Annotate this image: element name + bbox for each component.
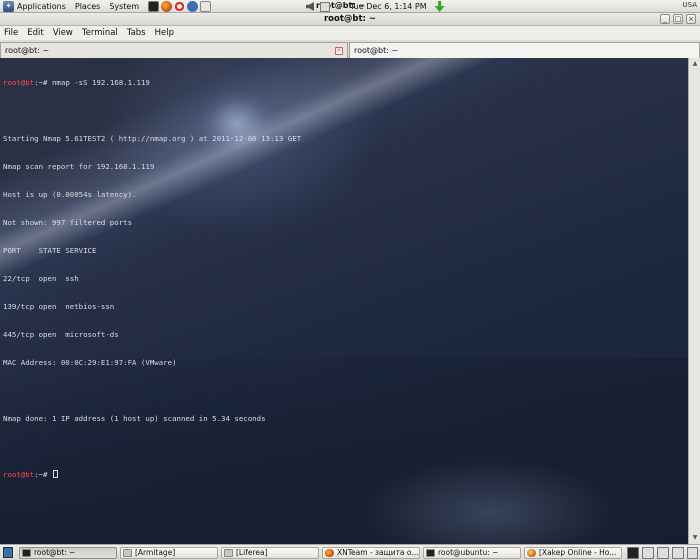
output-line: Starting Nmap 5.61TEST2 ( http://nmap.or… bbox=[3, 133, 302, 143]
output-line: Nmap scan report for 192.168.1.119 bbox=[3, 161, 155, 171]
prompt: root@bt bbox=[3, 77, 35, 87]
tab-label: root@bt: ~ bbox=[5, 46, 50, 55]
taskbar-item-label: [Armitage] bbox=[135, 548, 176, 557]
firefox-launcher-icon[interactable] bbox=[161, 0, 173, 12]
output-line: 22/tcp open ssh bbox=[3, 273, 79, 283]
taskbar-item-xakep[interactable]: [Xakep Online - Ho... bbox=[524, 547, 622, 559]
taskbar-item-label: root@ubuntu: ~ bbox=[438, 548, 499, 557]
text-cursor bbox=[52, 470, 58, 479]
minimize-button[interactable]: _ bbox=[660, 14, 670, 24]
firefox-icon bbox=[325, 549, 334, 557]
workspace-4-icon[interactable] bbox=[672, 547, 684, 559]
network-icon[interactable] bbox=[320, 1, 330, 12]
taskbar-item-root-ubuntu[interactable]: root@ubuntu: ~ bbox=[423, 547, 521, 559]
close-button[interactable]: × bbox=[686, 14, 696, 24]
menu-applications[interactable]: Applications bbox=[17, 2, 66, 11]
taskbar-item-label: [Xakep Online - Ho... bbox=[539, 548, 617, 557]
tab-label: root@bt: ~ bbox=[354, 46, 399, 55]
output-line: PORT STATE SERVICE bbox=[3, 245, 97, 255]
panel-clock[interactable]: Tue Dec 6, 1:14 PM bbox=[350, 0, 445, 13]
output-line: 139/tcp open netbios-ssn bbox=[3, 301, 115, 311]
distro-logo-icon[interactable]: ✦ bbox=[3, 0, 14, 12]
menu-help[interactable]: Help bbox=[155, 28, 174, 38]
window-title: root@bt: ~ bbox=[323, 14, 377, 24]
bottom-taskbar: root@bt: ~ [Armitage] [Liferea] XNTeam -… bbox=[0, 544, 700, 560]
output-line: 445/tcp open microsoft-ds bbox=[3, 329, 119, 339]
output-line: Not shown: 997 filtered ports bbox=[3, 217, 133, 227]
volume-icon[interactable] bbox=[306, 2, 314, 11]
taskbar-item-root-bt[interactable]: root@bt: ~ bbox=[19, 547, 117, 559]
menu-terminal[interactable]: Terminal bbox=[82, 28, 118, 38]
keyboard-layout[interactable]: USA bbox=[683, 1, 698, 9]
output-line: Nmap done: 1 IP address (1 host up) scan… bbox=[3, 414, 266, 424]
tab-bar: root@bt: ~ × root@bt: ~ bbox=[0, 40, 700, 58]
terminal-menubar: File Edit View Terminal Tabs Help bbox=[0, 26, 700, 40]
taskbar-item-label: XNTeam - защита о... bbox=[337, 548, 419, 557]
terminal-area[interactable]: root@bt:~# nmap -sS 192.168.1.119 Starti… bbox=[0, 58, 688, 544]
window-icon bbox=[123, 549, 132, 557]
taskbar-item-label: root@bt: ~ bbox=[34, 548, 76, 557]
mail-launcher-icon[interactable] bbox=[174, 0, 186, 12]
terminal-text[interactable]: root@bt:~# nmap -sS 192.168.1.119 Starti… bbox=[3, 59, 301, 498]
menu-view[interactable]: View bbox=[53, 28, 73, 38]
taskbar-item-label: [Liferea] bbox=[236, 548, 268, 557]
terminal-launcher-icon[interactable] bbox=[148, 0, 160, 12]
maximize-button[interactable]: □ bbox=[673, 14, 683, 24]
scroll-up-icon[interactable]: ▲ bbox=[690, 59, 700, 69]
show-desktop-icon[interactable] bbox=[3, 547, 13, 558]
menu-file[interactable]: File bbox=[4, 28, 18, 38]
menu-system[interactable]: System bbox=[109, 2, 139, 11]
menu-places[interactable]: Places bbox=[75, 2, 100, 11]
menu-tabs[interactable]: Tabs bbox=[127, 28, 146, 38]
terminal-icon bbox=[22, 549, 31, 557]
workspace-1-icon[interactable] bbox=[627, 547, 639, 559]
panel-network[interactable] bbox=[320, 0, 348, 13]
workspace-3-icon[interactable] bbox=[657, 547, 669, 559]
menu-edit[interactable]: Edit bbox=[27, 28, 43, 38]
wallpaper-glow bbox=[360, 458, 620, 544]
tab-root-bt-2[interactable]: root@bt: ~ bbox=[349, 42, 700, 58]
current-prompt-line: root@bt:~# bbox=[3, 470, 301, 479]
scroll-down-icon[interactable]: ▼ bbox=[690, 533, 700, 543]
command-text: nmap -sS 192.168.1.119 bbox=[51, 77, 150, 87]
window-launcher-icon[interactable] bbox=[200, 0, 212, 12]
command-line: root@bt:~# nmap -sS 192.168.1.119 bbox=[3, 78, 301, 87]
download-icon[interactable] bbox=[434, 1, 445, 12]
window-titlebar[interactable]: root@bt: ~ _ □ × bbox=[0, 13, 700, 26]
terminal-icon bbox=[426, 549, 435, 557]
taskbar-item-armitage[interactable]: [Armitage] bbox=[120, 547, 218, 559]
prompt: root@bt bbox=[3, 470, 35, 480]
kde-launcher-icon[interactable] bbox=[187, 0, 199, 12]
terminal-scrollbar[interactable]: ▲ ▼ bbox=[688, 58, 700, 544]
workspace-2-icon[interactable] bbox=[642, 547, 654, 559]
firefox-icon bbox=[527, 549, 536, 557]
prompt-suffix: :~# bbox=[34, 470, 52, 480]
tab-root-bt-1[interactable]: root@bt: ~ × bbox=[0, 42, 348, 58]
output-line: MAC Address: 00:0C:29:E1:97:FA (VMware) bbox=[3, 358, 177, 367]
prompt-suffix: :~# bbox=[34, 77, 52, 87]
taskbar-item-liferea[interactable]: [Liferea] bbox=[221, 547, 319, 559]
taskbar-item-xnteam[interactable]: XNTeam - защита о... bbox=[322, 547, 420, 559]
trash-icon[interactable] bbox=[687, 547, 698, 559]
tab-close-icon[interactable]: × bbox=[335, 47, 343, 55]
output-line: Host is up (0.00054s latency). bbox=[3, 189, 137, 199]
clock[interactable]: Tue Dec 6, 1:14 PM bbox=[350, 2, 427, 11]
window-icon bbox=[224, 549, 233, 557]
